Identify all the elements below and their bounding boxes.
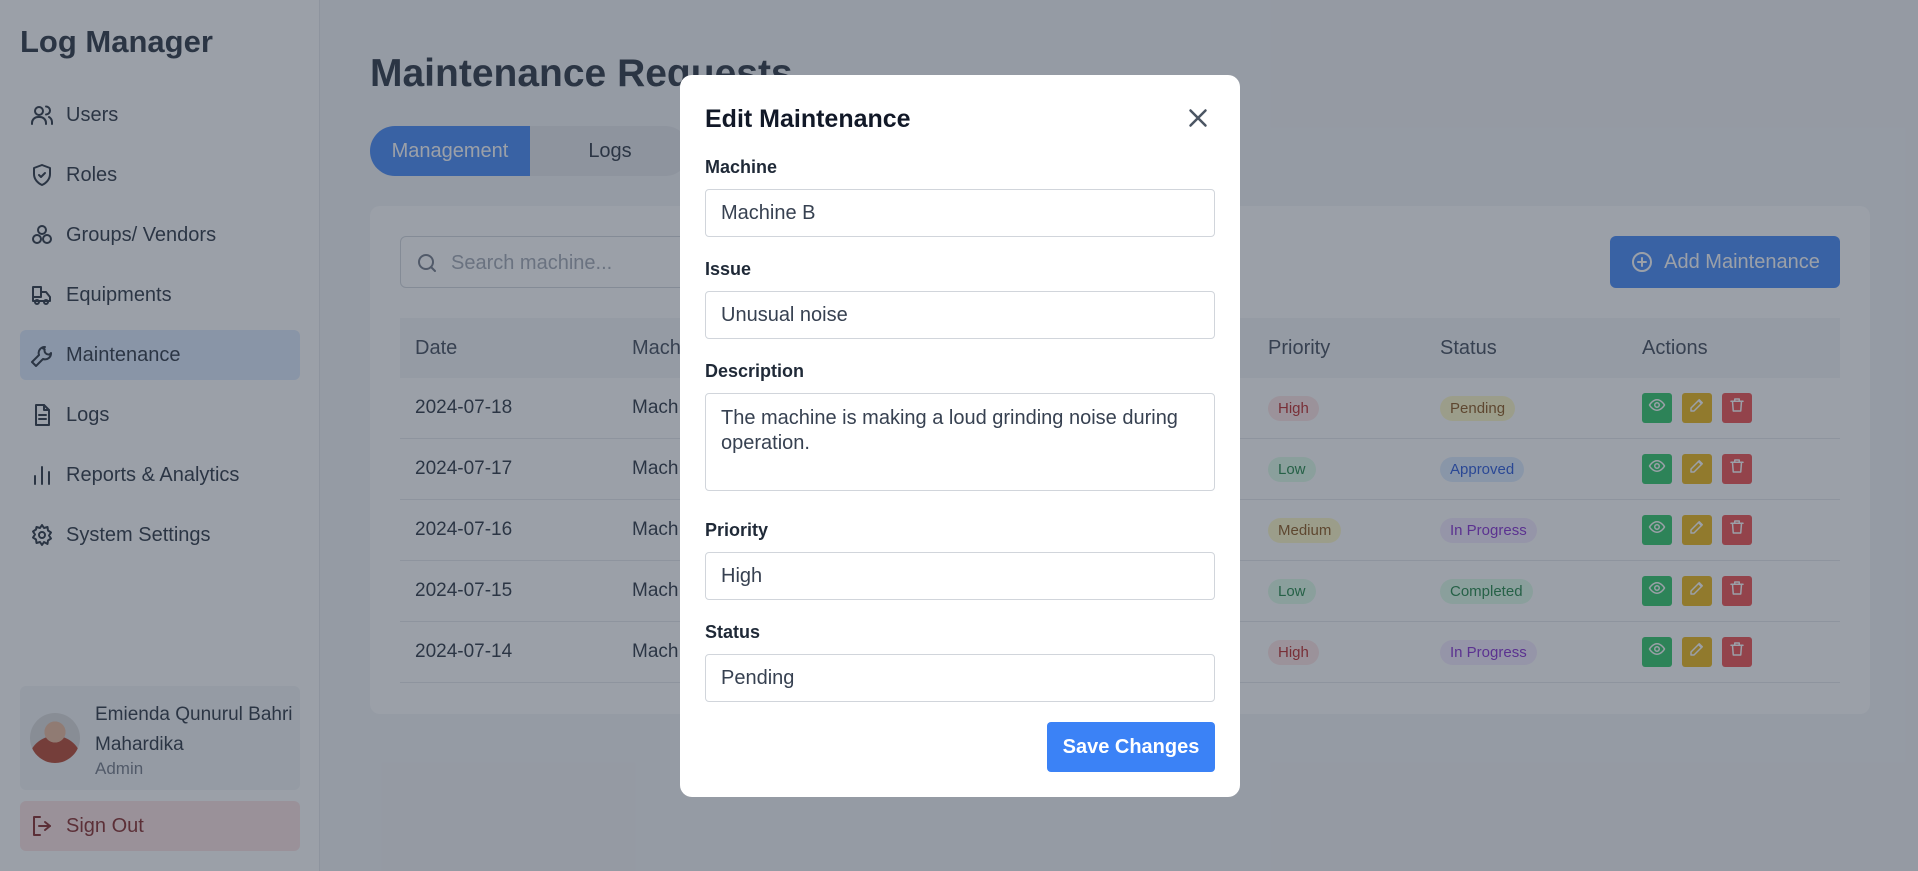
issue-label: Issue [705,259,752,279]
close-icon [1189,109,1207,127]
save-changes-button[interactable]: Save Changes [1047,722,1215,772]
issue-field[interactable] [705,291,1215,339]
status-label: Status [705,622,761,642]
priority-label: Priority [705,520,769,540]
status-field[interactable] [705,654,1215,702]
description-field[interactable]: The machine is making a loud grinding no… [705,393,1215,491]
machine-label: Machine [705,157,778,177]
close-button[interactable] [1183,103,1213,133]
edit-maintenance-modal: Edit Maintenance Machine Issue Descripti… [680,75,1240,797]
priority-field[interactable] [705,552,1215,600]
machine-field[interactable] [705,189,1215,237]
modal-title: Edit Maintenance [705,105,911,133]
description-label: Description [705,361,805,381]
